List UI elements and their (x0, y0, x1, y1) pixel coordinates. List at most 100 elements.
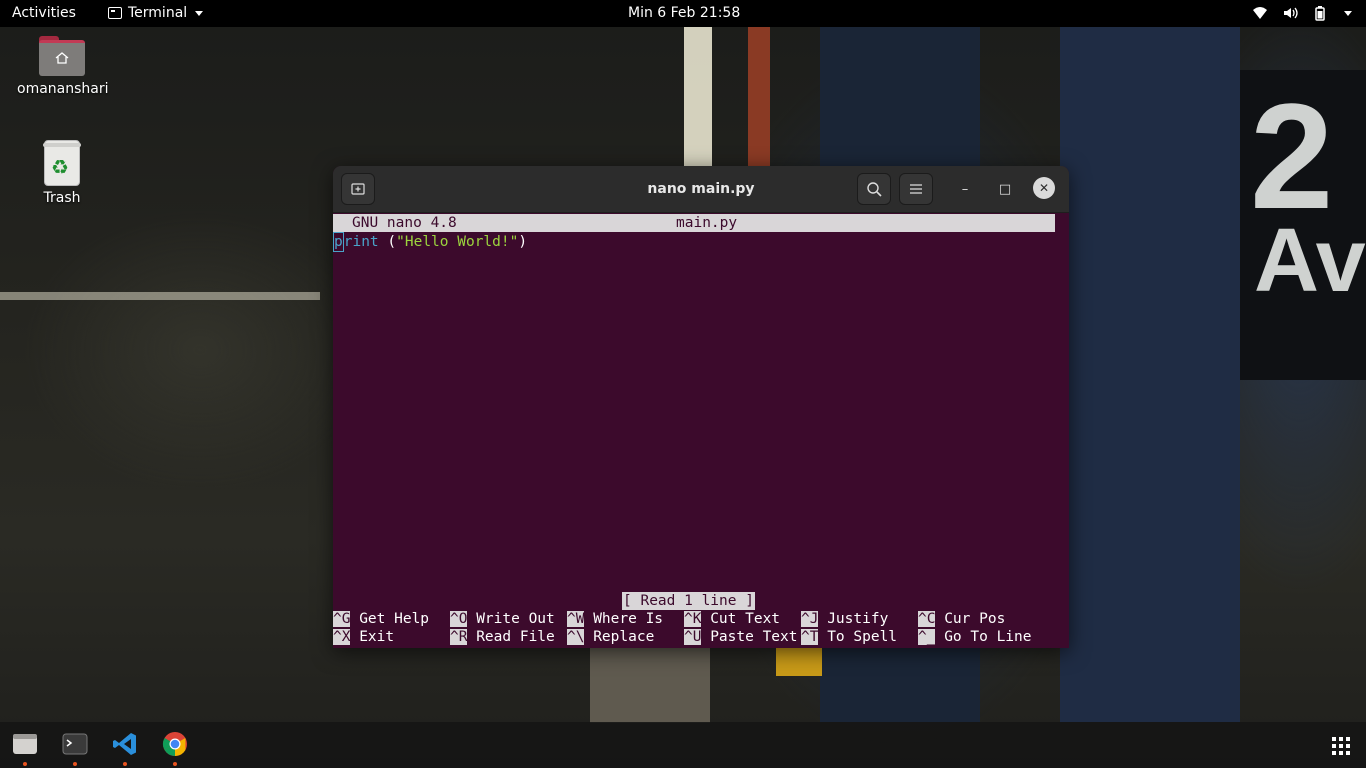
shortcut-label: Cut Text (710, 611, 781, 627)
trash-icon: ♻ (43, 140, 81, 186)
activities-button[interactable]: Activities (12, 5, 76, 21)
code-keyword-rest: rint (343, 234, 379, 250)
shortcut-label: Justify (827, 611, 889, 627)
close-icon: ✕ (1038, 181, 1050, 195)
minimize-icon: – (961, 181, 969, 197)
home-folder-icon (39, 36, 85, 76)
shortcut-label: Replace (593, 629, 655, 645)
shortcut-key: ^J (801, 611, 819, 627)
power-menu-icon (1344, 10, 1352, 16)
shortcut-read-file[interactable]: ^R Read File (450, 628, 555, 646)
shortcut-justify[interactable]: ^J Justify (801, 610, 888, 628)
code-keyword: print (333, 232, 379, 252)
background-ceiling-light (684, 27, 712, 167)
shortcut-label: Paste Text (710, 629, 798, 645)
shortcut-key: ^W (567, 611, 585, 627)
nano-version: GNU nano 4.8 (352, 215, 457, 231)
shortcut-key: ^K (684, 611, 702, 627)
shortcut-key: ^X (333, 629, 351, 645)
shortcut-label: To Spell (827, 629, 898, 645)
wifi-icon (1253, 7, 1267, 19)
maximize-button[interactable]: □ (993, 177, 1017, 201)
terminal-icon (62, 733, 88, 755)
background-pillar (1060, 27, 1240, 722)
shortcut-go-to-line[interactable]: ^_ Go To Line (918, 628, 1032, 646)
background-station-sign: 2 Ave (1240, 70, 1366, 380)
close-button[interactable]: ✕ (1033, 177, 1055, 199)
shortcut-key: ^\ (567, 629, 585, 645)
shortcut-key: ^T (801, 629, 819, 645)
new-tab-icon (351, 183, 365, 195)
app-menu-label: Terminal (128, 5, 188, 21)
search-button[interactable] (857, 173, 891, 205)
dock-vscode[interactable] (111, 730, 139, 758)
shortcut-label: Cur Pos (944, 611, 1006, 627)
shortcut-label: Get Help (359, 611, 430, 627)
search-icon (867, 182, 882, 197)
nano-filename: main.py (676, 215, 738, 231)
nano-status-message: [ Read 1 line ] (622, 592, 755, 610)
shortcut-cut-text[interactable]: ^K Cut Text (684, 610, 780, 628)
shortcut-where-is[interactable]: ^W Where Is (567, 610, 663, 628)
background-platform-edge (590, 648, 710, 723)
dock-files[interactable] (11, 730, 39, 758)
chrome-icon (162, 732, 187, 756)
shortcut-label: Where Is (593, 611, 664, 627)
running-indicator (173, 762, 177, 766)
clock-button[interactable]: Min 6 Feb 21:58 (628, 5, 740, 21)
shortcut-replace[interactable]: ^\ Replace (567, 628, 654, 646)
shortcut-label: Write Out (476, 611, 555, 627)
background-pipe (748, 27, 770, 167)
battery-icon (1315, 6, 1325, 21)
nano-header-bar: GNU nano 4.8 main.py (333, 214, 1055, 232)
nano-editor[interactable]: GNU nano 4.8 main.py print ("Hello World… (333, 213, 1069, 648)
dock-terminal[interactable] (61, 730, 89, 758)
terminal-scrollbar[interactable] (1055, 213, 1069, 648)
shortcut-label: Read File (476, 629, 555, 645)
top-bar: Activities Terminal Min 6 Feb 21:58 (0, 0, 1366, 27)
volume-icon (1284, 7, 1298, 19)
shortcut-key: ^R (450, 629, 468, 645)
shortcut-key: ^_ (918, 629, 936, 645)
terminal-icon (108, 7, 122, 19)
app-menu-button[interactable]: Terminal (108, 5, 204, 21)
shortcut-get-help[interactable]: ^G Get Help (333, 610, 429, 628)
files-icon (13, 734, 37, 754)
shortcut-paste-text[interactable]: ^U Paste Text (684, 628, 798, 646)
new-tab-button[interactable] (341, 173, 375, 205)
shortcut-cur-pos[interactable]: ^C Cur Pos (918, 610, 1005, 628)
shortcut-key: ^C (918, 611, 936, 627)
running-indicator (73, 762, 77, 766)
shortcut-exit[interactable]: ^X Exit (333, 628, 394, 646)
trash-label: Trash (43, 190, 81, 206)
shortcut-label: Go To Line (944, 629, 1032, 645)
desktop-trash[interactable]: ♻ Trash (17, 140, 107, 206)
terminal-window[interactable]: nano main.py – □ ✕ GNU nano 4.8 main.py … (333, 166, 1069, 648)
shortcut-to-spell[interactable]: ^T To Spell (801, 628, 897, 646)
home-folder-label: omananshari (17, 81, 109, 97)
hamburger-menu-icon (910, 184, 922, 194)
maximize-icon: □ (998, 181, 1012, 197)
code-string: "Hello World!" (396, 234, 519, 250)
code-open-paren: ( (378, 234, 397, 250)
window-titlebar[interactable]: nano main.py – □ ✕ (333, 166, 1069, 213)
vscode-icon (113, 733, 136, 755)
shortcut-label: Exit (359, 629, 395, 645)
dock (0, 722, 1366, 768)
code-line-1[interactable]: print ("Hello World!") (333, 232, 528, 252)
show-applications-icon[interactable] (1332, 737, 1350, 755)
menu-button[interactable] (899, 173, 933, 205)
desktop-home-folder[interactable]: omananshari (17, 36, 109, 97)
chevron-down-icon (195, 10, 204, 16)
dock-chrome[interactable] (161, 730, 189, 758)
shortcut-key: ^U (684, 629, 702, 645)
system-tray[interactable] (1252, 5, 1352, 21)
background-ceiling-light (0, 292, 320, 300)
shortcut-write-out[interactable]: ^O Write Out (450, 610, 555, 628)
minimize-button[interactable]: – (953, 177, 977, 201)
shortcut-key: ^G (333, 611, 351, 627)
background-yellow-marker (776, 648, 822, 676)
running-indicator (123, 762, 127, 766)
text-cursor: p (333, 232, 344, 252)
code-close-paren: ) (518, 234, 528, 250)
